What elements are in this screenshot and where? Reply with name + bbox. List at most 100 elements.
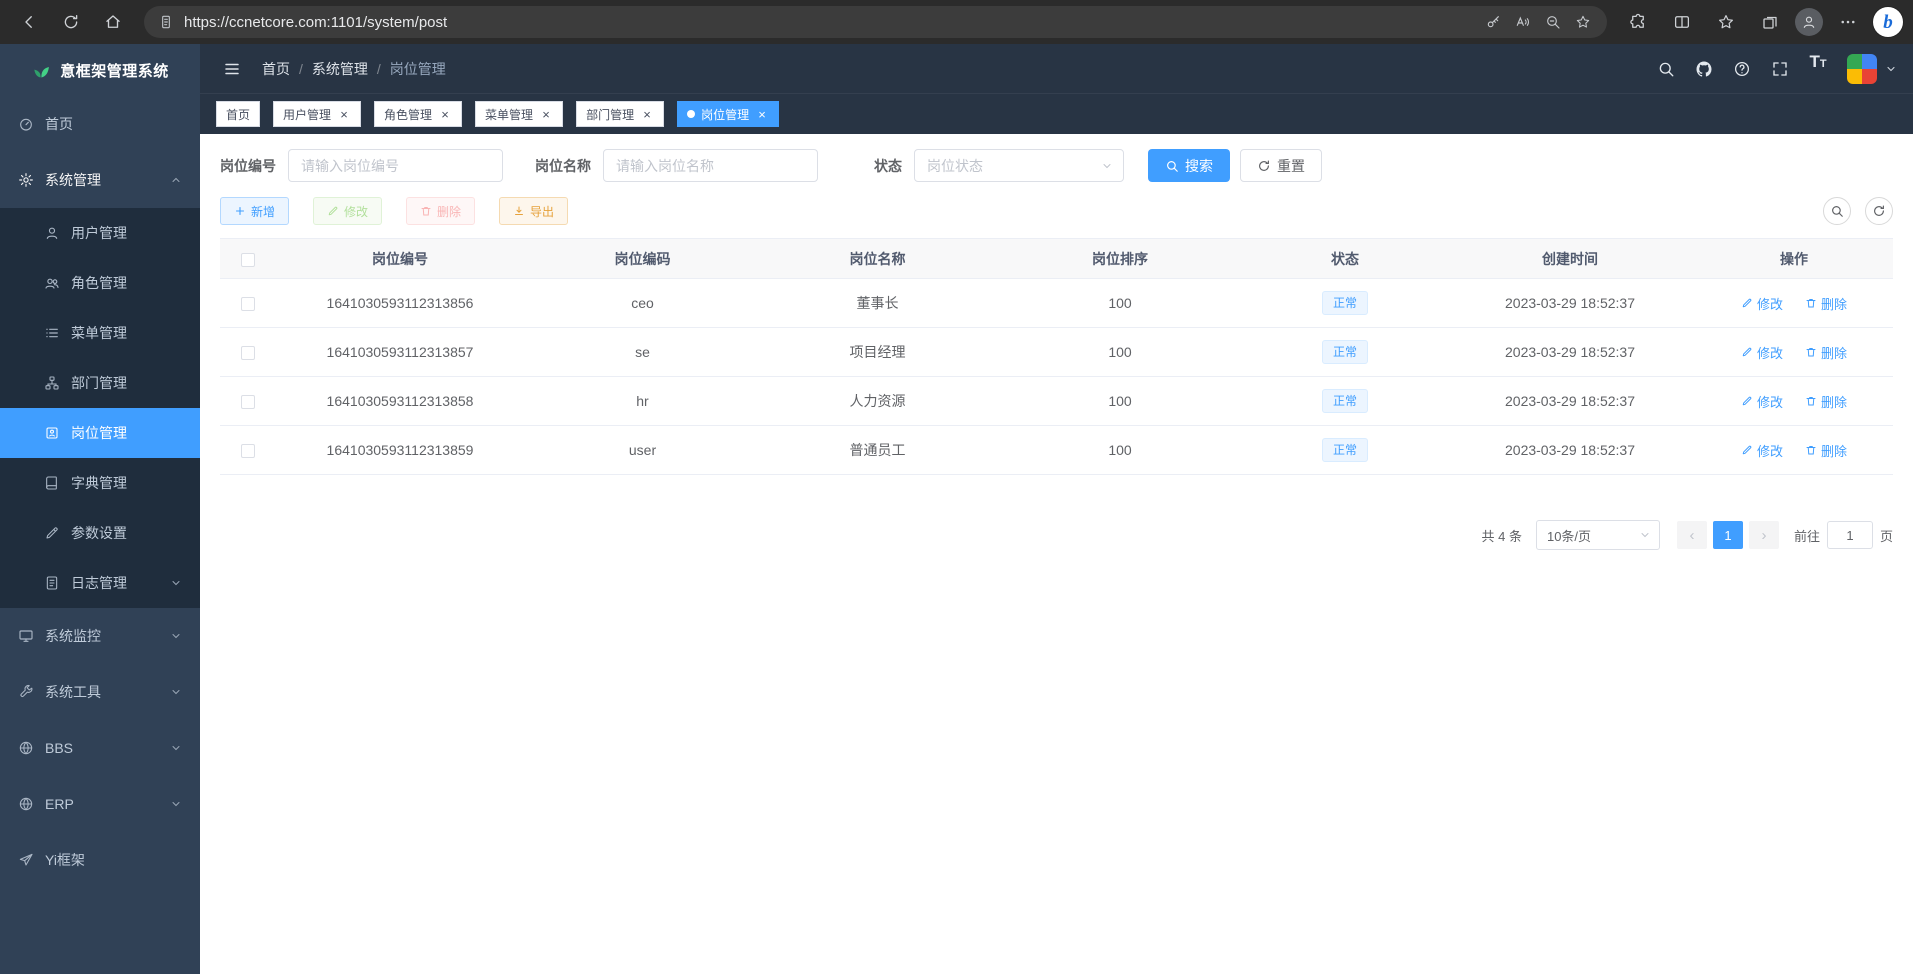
password-key-icon[interactable]	[1483, 12, 1503, 32]
row-delete-link[interactable]: 删除	[1805, 294, 1847, 313]
cell-post-sort: 100	[995, 426, 1245, 475]
chevron-down-icon	[170, 742, 182, 754]
sidebar-item-system-tools[interactable]: 系统工具	[0, 664, 200, 720]
user-avatar[interactable]	[1847, 54, 1877, 84]
sidebar-item-user-management[interactable]: 用户管理	[0, 208, 200, 258]
export-button[interactable]: 导出	[499, 197, 568, 225]
breadcrumb-home[interactable]: 首页	[262, 59, 290, 79]
row-edit-link[interactable]: 修改	[1741, 441, 1783, 460]
col-actions: 操作	[1695, 239, 1893, 279]
row-edit-link[interactable]: 修改	[1741, 392, 1783, 411]
goto-page-input[interactable]	[1827, 521, 1873, 549]
tag-post-management[interactable]: 岗位管理 ×	[677, 101, 779, 127]
close-icon[interactable]: ×	[539, 107, 553, 121]
toggle-search-button[interactable]	[1823, 197, 1851, 225]
table-row[interactable]: 1641030593112313856 ceo 董事长 100 正常 2023-…	[220, 279, 1893, 328]
split-screen-icon[interactable]	[1663, 4, 1701, 40]
help-question-icon[interactable]	[1725, 52, 1759, 86]
sidebar-item-bbs[interactable]: BBS	[0, 720, 200, 776]
home-icon	[104, 13, 122, 31]
table-row[interactable]: 1641030593112313858 hr 人力资源 100 正常 2023-…	[220, 377, 1893, 426]
chevron-up-icon	[170, 174, 182, 186]
row-edit-link[interactable]: 修改	[1741, 294, 1783, 313]
sidebar: 意框架管理系统 首页 系统管理 用户管理 角色管理 菜单管理	[0, 44, 200, 974]
row-checkbox[interactable]	[241, 395, 255, 409]
back-button[interactable]	[10, 4, 48, 40]
tags-view-bar: 首页 用户管理 × 角色管理 × 菜单管理 × 部门管理 × 岗位管理 ×	[200, 94, 1913, 134]
sidebar-item-system-management[interactable]: 系统管理	[0, 152, 200, 208]
status-select[interactable]: 岗位状态	[914, 149, 1124, 182]
browser-profile-avatar[interactable]	[1795, 8, 1823, 36]
breadcrumb-separator: /	[377, 61, 381, 77]
favorites-icon[interactable]	[1707, 4, 1745, 40]
site-info-icon[interactable]	[158, 14, 174, 30]
github-icon[interactable]	[1687, 52, 1721, 86]
trash-icon	[1805, 297, 1817, 309]
pagination-total: 共 4 条	[1482, 526, 1522, 545]
breadcrumb-system[interactable]: 系统管理	[312, 59, 368, 79]
row-checkbox[interactable]	[241, 444, 255, 458]
bing-copilot-icon[interactable]: b	[1873, 7, 1903, 37]
sidebar-item-erp[interactable]: ERP	[0, 776, 200, 832]
row-checkbox[interactable]	[241, 297, 255, 311]
tag-dept-management[interactable]: 部门管理 ×	[576, 101, 664, 127]
page-1-button[interactable]: 1	[1713, 521, 1743, 549]
post-code-input[interactable]	[288, 149, 503, 182]
fullscreen-icon[interactable]	[1763, 52, 1797, 86]
row-delete-link[interactable]: 删除	[1805, 343, 1847, 362]
browser-menu-icon[interactable]	[1829, 4, 1867, 40]
close-icon[interactable]: ×	[640, 107, 654, 121]
reset-button[interactable]: 重置	[1240, 149, 1322, 182]
post-name-input[interactable]	[603, 149, 818, 182]
col-status: 状态	[1245, 239, 1445, 279]
tag-menu-management[interactable]: 菜单管理 ×	[475, 101, 563, 127]
sidebar-item-menu-management[interactable]: 菜单管理	[0, 308, 200, 358]
font-size-icon[interactable]: TT	[1801, 52, 1835, 86]
sidebar-item-system-monitor[interactable]: 系统监控	[0, 608, 200, 664]
row-checkbox[interactable]	[241, 346, 255, 360]
sidebar-item-yi-framework[interactable]: Yi框架	[0, 832, 200, 888]
app-logo[interactable]: 意框架管理系统	[0, 44, 200, 96]
table-row[interactable]: 1641030593112313857 se 项目经理 100 正常 2023-…	[220, 328, 1893, 377]
table-row[interactable]: 1641030593112313859 user 普通员工 100 正常 202…	[220, 426, 1893, 475]
header-search-icon[interactable]	[1649, 52, 1683, 86]
reload-button[interactable]	[52, 4, 90, 40]
row-delete-link[interactable]: 删除	[1805, 441, 1847, 460]
home-button[interactable]	[94, 4, 132, 40]
sidebar-item-dict-management[interactable]: 字典管理	[0, 458, 200, 508]
sidebar-toggle-icon[interactable]	[216, 53, 248, 85]
dict-icon	[44, 475, 60, 491]
cell-create-time: 2023-03-29 18:52:37	[1445, 426, 1695, 475]
edit-icon	[44, 525, 60, 541]
trash-icon	[1805, 395, 1817, 407]
sidebar-item-param-settings[interactable]: 参数设置	[0, 508, 200, 558]
sidebar-item-role-management[interactable]: 角色管理	[0, 258, 200, 308]
page-size-select[interactable]: 10条/页	[1536, 520, 1660, 550]
search-button[interactable]: 搜索	[1148, 149, 1230, 182]
row-delete-link[interactable]: 删除	[1805, 392, 1847, 411]
sidebar-item-home[interactable]: 首页	[0, 96, 200, 152]
sidebar-item-dept-management[interactable]: 部门管理	[0, 358, 200, 408]
sidebar-item-log-management[interactable]: 日志管理	[0, 558, 200, 608]
extensions-icon[interactable]	[1619, 4, 1657, 40]
add-favorite-star-icon[interactable]	[1573, 12, 1593, 32]
read-aloud-icon[interactable]	[1513, 12, 1533, 32]
sidebar-item-post-management[interactable]: 岗位管理	[0, 408, 200, 458]
tag-user-management[interactable]: 用户管理 ×	[273, 101, 361, 127]
tag-role-management[interactable]: 角色管理 ×	[374, 101, 462, 127]
col-create-time: 创建时间	[1445, 239, 1695, 279]
collections-icon[interactable]	[1751, 4, 1789, 40]
avatar-dropdown-caret-icon[interactable]	[1885, 63, 1897, 75]
close-icon[interactable]: ×	[755, 107, 769, 121]
peoples-icon	[44, 275, 60, 291]
close-icon[interactable]: ×	[438, 107, 452, 121]
address-bar[interactable]: https://ccnetcore.com:1101/system/post	[144, 6, 1607, 38]
tag-home[interactable]: 首页	[216, 101, 260, 127]
cell-post-id: 1641030593112313857	[275, 328, 525, 377]
zoom-out-icon[interactable]	[1543, 12, 1563, 32]
add-button[interactable]: 新增	[220, 197, 289, 225]
select-all-checkbox[interactable]	[241, 253, 255, 267]
row-edit-link[interactable]: 修改	[1741, 343, 1783, 362]
close-icon[interactable]: ×	[337, 107, 351, 121]
refresh-table-button[interactable]	[1865, 197, 1893, 225]
